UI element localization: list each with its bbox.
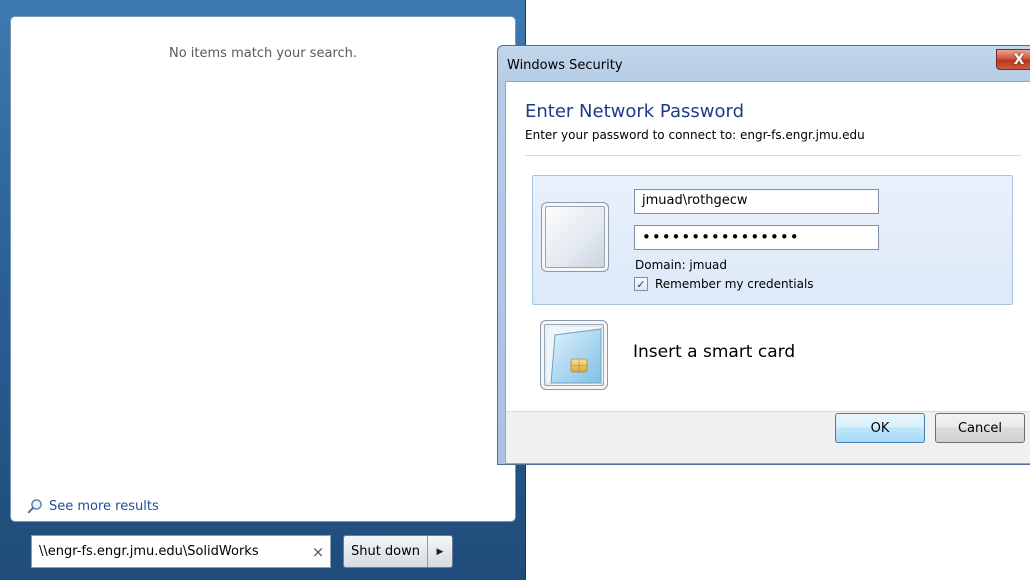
domain-label: Domain: jmuad [635, 258, 728, 272]
credential-tile-password[interactable]: jmuad\rothgecw •••••••••••••••• Domain: … [532, 175, 1013, 305]
arrow-right-icon[interactable]: ▶ [428, 536, 452, 567]
checkbox-checked-icon[interactable]: ✓ [634, 277, 648, 291]
no-results-message: No items match your search. [168, 46, 357, 61]
password-field[interactable]: •••••••••••••••• [634, 225, 879, 250]
search-input[interactable]: \\engr-fs.engr.jmu.edu\SolidWorks × [31, 535, 331, 568]
start-menu: No items match your search. See more res… [0, 0, 526, 580]
dialog-heading: Enter Network Password [525, 101, 744, 122]
cancel-button[interactable]: Cancel [935, 413, 1025, 443]
ok-button[interactable]: OK [835, 413, 925, 443]
dialog-title: Windows Security [507, 58, 623, 73]
username-field[interactable]: jmuad\rothgecw [634, 189, 879, 214]
dialog-subheading: Enter your password to connect to: engr-… [525, 128, 865, 142]
search-icon [27, 499, 42, 514]
close-icon[interactable]: X [996, 49, 1030, 70]
divider [525, 155, 1021, 156]
windows-security-dialog: Windows Security X Enter Network Passwor… [497, 45, 1030, 465]
see-more-results-link[interactable]: See more results [27, 498, 159, 514]
smart-card-label: Insert a smart card [633, 342, 796, 362]
search-input-value: \\engr-fs.engr.jmu.edu\SolidWorks [39, 544, 259, 559]
credential-tile-smart-card[interactable]: Insert a smart card [532, 312, 1013, 392]
remember-credentials-checkbox[interactable]: ✓ Remember my credentials [634, 277, 814, 291]
user-picture-icon [541, 202, 609, 272]
start-menu-bottom-bar: \\engr-fs.engr.jmu.edu\SolidWorks × Shut… [10, 522, 516, 580]
search-results-pane: No items match your search. See more res… [10, 16, 516, 522]
remember-credentials-label: Remember my credentials [655, 277, 814, 291]
smart-card-graphic [547, 327, 603, 385]
clear-icon[interactable]: × [306, 543, 330, 561]
dialog-content: Enter Network Password Enter your passwo… [505, 81, 1030, 464]
shutdown-button-group: Shut down ▶ [343, 535, 453, 568]
dialog-titlebar[interactable]: Windows Security X [498, 46, 1030, 82]
desktop: No items match your search. See more res… [0, 0, 1030, 580]
see-more-results-label: See more results [49, 498, 159, 514]
smart-card-icon [540, 320, 608, 390]
shutdown-button[interactable]: Shut down [344, 536, 428, 567]
